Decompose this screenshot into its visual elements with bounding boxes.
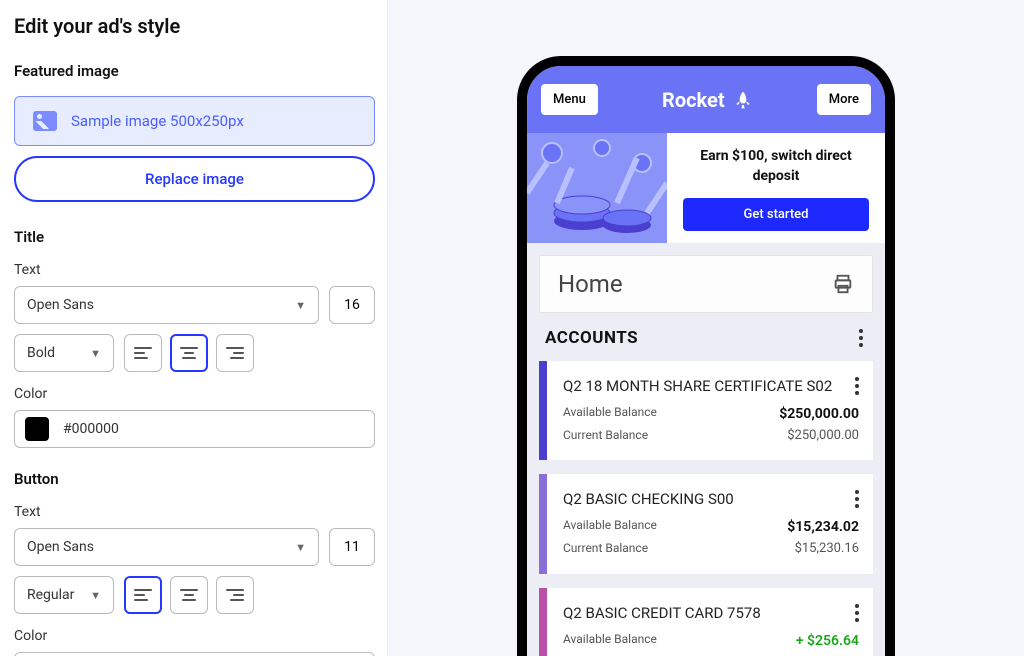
button-weight-value: Regular bbox=[27, 587, 74, 603]
featured-image-label: Featured image bbox=[14, 62, 375, 80]
account-row-label: Available Balance bbox=[563, 403, 657, 425]
chevron-down-icon: ▼ bbox=[295, 299, 306, 312]
button-font-value: Open Sans bbox=[27, 539, 94, 555]
button-font-select[interactable]: Open Sans ▼ bbox=[14, 528, 319, 566]
title-text-label: Text bbox=[14, 262, 375, 278]
align-center-icon bbox=[180, 589, 198, 601]
brand: Rocket bbox=[662, 88, 753, 112]
account-card[interactable]: Q2 BASIC CREDIT CARD 7578 Available Balan… bbox=[539, 588, 873, 656]
button-align-right-button[interactable] bbox=[216, 576, 254, 614]
button-color-input[interactable]: #1D29FF bbox=[14, 652, 375, 656]
button-align-group bbox=[124, 576, 254, 614]
title-color-label: Color bbox=[14, 386, 375, 402]
title-font-value: Open Sans bbox=[27, 297, 94, 313]
account-body: Q2 18 MONTH SHARE CERTIFICATE S02 Availab… bbox=[547, 361, 873, 460]
account-row: Available Balance + $256.64 bbox=[563, 630, 859, 652]
account-card[interactable]: Q2 18 MONTH SHARE CERTIFICATE S02 Availab… bbox=[539, 361, 873, 460]
image-icon bbox=[33, 111, 57, 131]
button-section-label: Button bbox=[14, 470, 375, 488]
account-row-label: Current Balance bbox=[563, 539, 648, 560]
chevron-down-icon: ▼ bbox=[295, 541, 306, 554]
title-align-center-button[interactable] bbox=[170, 334, 208, 372]
title-align-group bbox=[124, 334, 254, 372]
account-stripe bbox=[539, 588, 547, 656]
button-font-size-input[interactable] bbox=[329, 528, 375, 566]
home-bar: Home bbox=[539, 255, 873, 313]
menu-button[interactable]: Menu bbox=[541, 84, 598, 115]
title-color-swatch bbox=[25, 417, 49, 441]
account-row-label: Available Balance bbox=[563, 630, 657, 652]
button-align-left-button[interactable] bbox=[124, 576, 162, 614]
style-editor-panel: Edit your ad's style Featured image Samp… bbox=[0, 0, 388, 656]
account-row-value: + $256.64 bbox=[796, 630, 859, 652]
account-name: Q2 BASIC CHECKING S00 bbox=[563, 490, 859, 508]
accounts-list: Q2 18 MONTH SHARE CERTIFICATE S02 Availab… bbox=[527, 361, 885, 656]
title-section-label: Title bbox=[14, 228, 375, 246]
chevron-down-icon: ▼ bbox=[90, 347, 101, 360]
title-weight-value: Bold bbox=[27, 345, 55, 361]
brand-name: Rocket bbox=[662, 88, 725, 112]
title-align-left-button[interactable] bbox=[124, 334, 162, 372]
button-weight-select[interactable]: Regular ▼ bbox=[14, 576, 114, 614]
account-row-label: Available Balance bbox=[563, 516, 657, 538]
app-header: Menu Rocket More bbox=[527, 66, 885, 133]
title-color-input[interactable]: #000000 bbox=[14, 410, 375, 448]
chevron-down-icon: ▼ bbox=[90, 589, 101, 602]
account-menu-button[interactable] bbox=[851, 486, 863, 512]
align-center-icon bbox=[180, 347, 198, 359]
promo-title: Earn $100, switch direct deposit bbox=[683, 147, 869, 186]
account-body: Q2 BASIC CREDIT CARD 7578 Available Balan… bbox=[547, 588, 873, 656]
coins-illustration bbox=[527, 133, 667, 243]
promo-body: Earn $100, switch direct deposit Get sta… bbox=[667, 133, 885, 243]
account-row-value: $15,230.16 bbox=[795, 539, 859, 560]
account-row: Current Balance $250,000.00 bbox=[563, 426, 859, 447]
button-align-center-button[interactable] bbox=[170, 576, 208, 614]
title-weight-select[interactable]: Bold ▼ bbox=[14, 334, 114, 372]
accounts-menu-button[interactable] bbox=[855, 325, 867, 351]
phone-mockup: Menu Rocket More bbox=[517, 56, 895, 656]
align-right-icon bbox=[226, 347, 244, 359]
account-row-value: $15,234.02 bbox=[787, 516, 859, 538]
promo-card: Earn $100, switch direct deposit Get sta… bbox=[527, 133, 885, 243]
align-left-icon bbox=[134, 589, 152, 601]
account-body: Q2 BASIC CHECKING S00 Available Balance $1… bbox=[547, 474, 873, 573]
account-stripe bbox=[539, 361, 547, 460]
title-font-select[interactable]: Open Sans ▼ bbox=[14, 286, 319, 324]
title-color-value: #000000 bbox=[63, 421, 119, 437]
preview-area: Menu Rocket More bbox=[388, 0, 1024, 656]
align-right-icon bbox=[226, 589, 244, 601]
account-menu-button[interactable] bbox=[851, 600, 863, 626]
account-card[interactable]: Q2 BASIC CHECKING S00 Available Balance $1… bbox=[539, 474, 873, 573]
featured-image-preview[interactable]: Sample image 500x250px bbox=[14, 96, 375, 146]
title-align-right-button[interactable] bbox=[216, 334, 254, 372]
rocket-icon bbox=[733, 90, 753, 110]
account-name: Q2 18 MONTH SHARE CERTIFICATE S02 bbox=[563, 377, 859, 395]
accounts-label: ACCOUNTS bbox=[545, 328, 638, 348]
account-row-value: $250,000.00 bbox=[779, 403, 859, 425]
button-text-label: Text bbox=[14, 504, 375, 520]
button-color-label: Color bbox=[14, 628, 375, 644]
promo-image bbox=[527, 133, 667, 243]
account-row-label: Current Balance bbox=[563, 426, 648, 447]
account-stripe bbox=[539, 474, 547, 573]
accounts-header: ACCOUNTS bbox=[527, 325, 885, 361]
replace-image-button[interactable]: Replace image bbox=[14, 156, 375, 202]
account-row: Available Balance $15,234.02 bbox=[563, 516, 859, 538]
account-name: Q2 BASIC CREDIT CARD 7578 bbox=[563, 604, 859, 622]
title-font-size-input[interactable] bbox=[329, 286, 375, 324]
promo-cta-button[interactable]: Get started bbox=[683, 198, 869, 231]
home-label: Home bbox=[558, 270, 623, 298]
more-button[interactable]: More bbox=[817, 84, 871, 115]
account-menu-button[interactable] bbox=[851, 373, 863, 399]
sample-image-text: Sample image 500x250px bbox=[71, 112, 244, 130]
account-row: Current Balance $15,230.16 bbox=[563, 539, 859, 560]
print-icon[interactable] bbox=[832, 273, 854, 295]
account-row-value: $250,000.00 bbox=[787, 426, 859, 447]
panel-title: Edit your ad's style bbox=[14, 14, 375, 38]
account-row: Available Balance $250,000.00 bbox=[563, 403, 859, 425]
align-left-icon bbox=[134, 347, 152, 359]
